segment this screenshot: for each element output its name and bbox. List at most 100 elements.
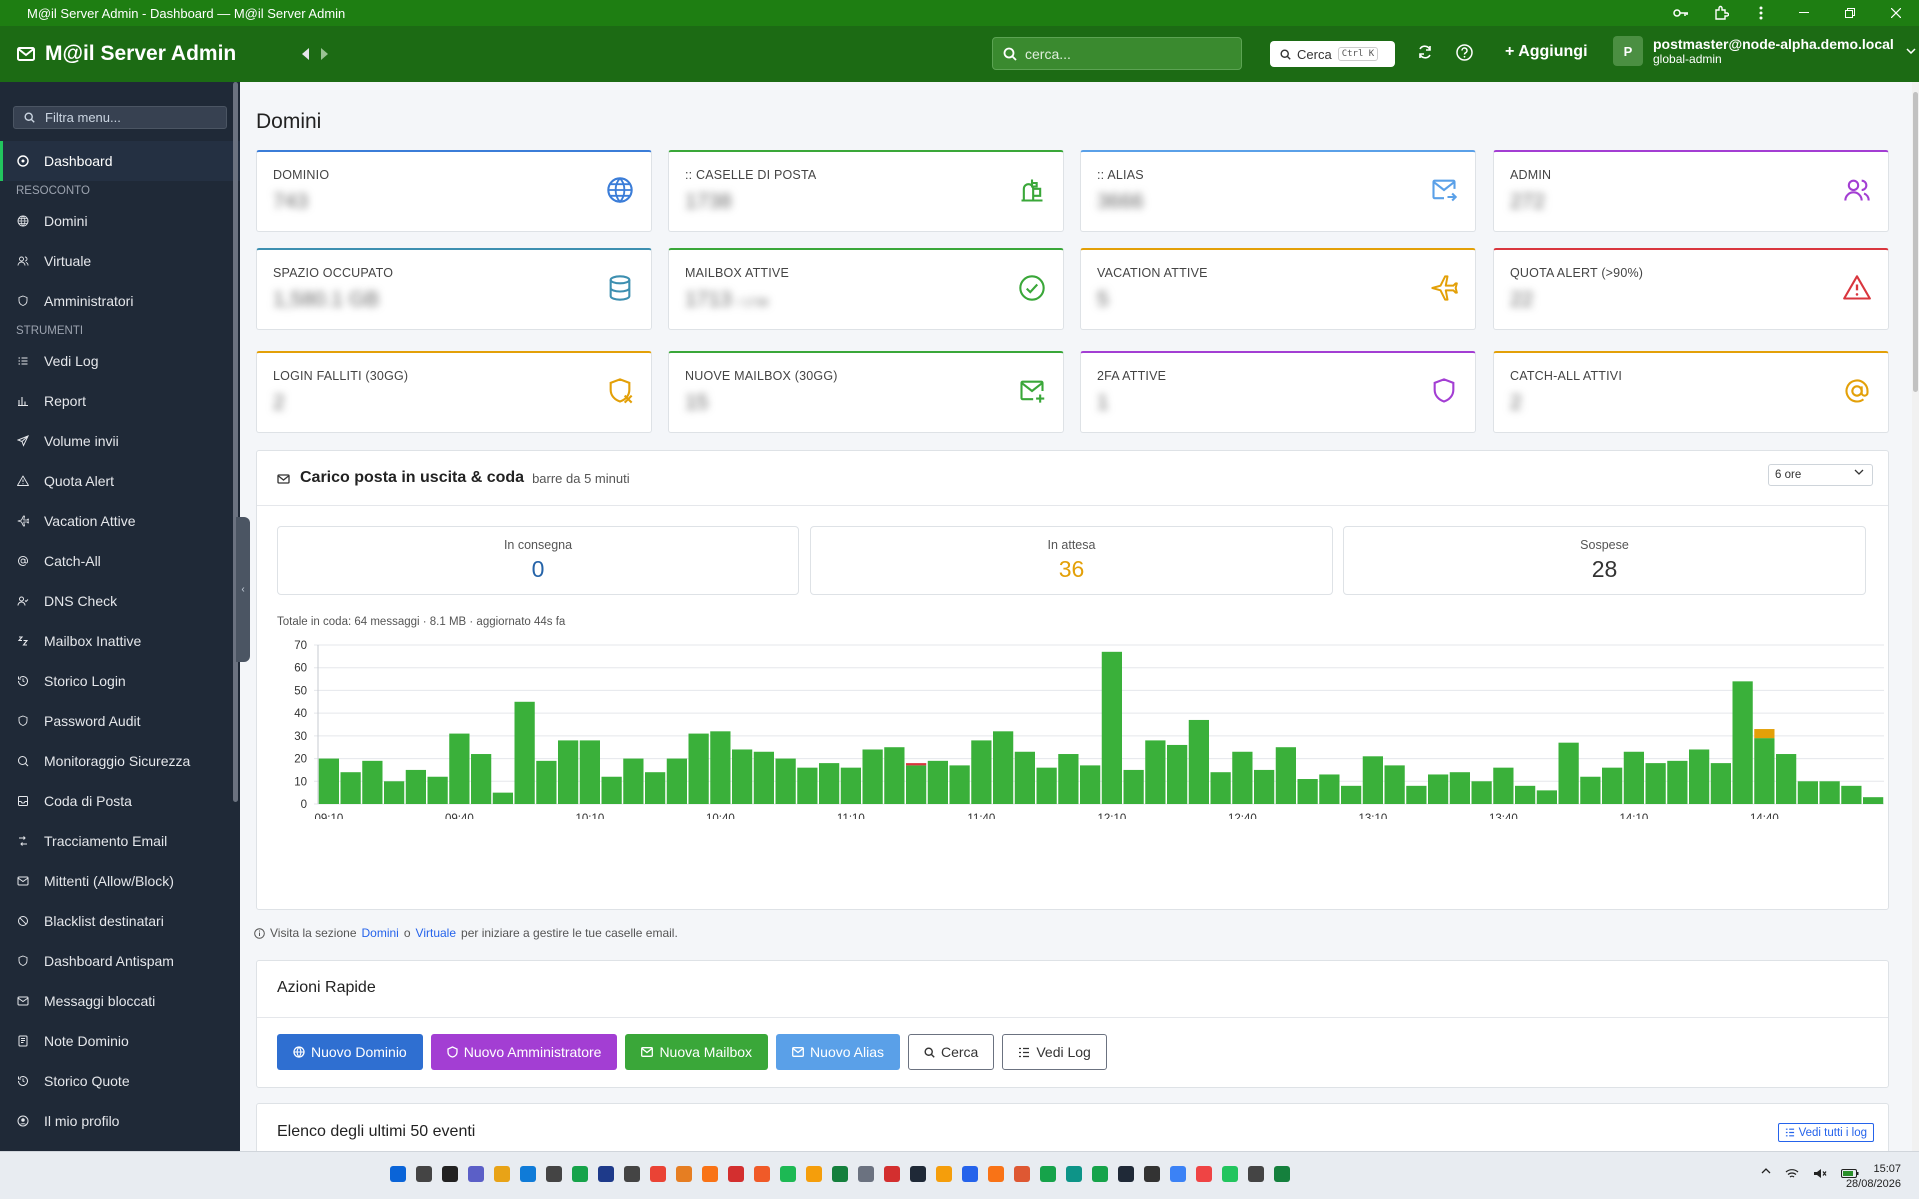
taskbar-app-icon[interactable] <box>1040 1166 1056 1182</box>
bar-in-attesa[interactable] <box>1754 729 1775 739</box>
sidebar-item-storico-login[interactable]: Storico Login <box>0 661 240 701</box>
key-icon[interactable] <box>1661 0 1701 26</box>
brand[interactable]: M@il Server Admin <box>0 42 240 66</box>
bar-consegnate[interactable] <box>449 733 470 804</box>
taskbar-clock[interactable]: 15:07 28/08/2026 <box>1846 1162 1901 1192</box>
bar-consegnate[interactable] <box>949 765 970 804</box>
bar-consegnate[interactable] <box>1471 781 1492 804</box>
taskbar-app-icon[interactable] <box>1274 1166 1290 1182</box>
stat-card[interactable]: DOMINIO 743 <box>256 150 652 232</box>
taskbar-app-icon[interactable] <box>702 1166 718 1182</box>
command-search-button[interactable]: Cerca Ctrl K <box>1270 41 1395 67</box>
bar-consegnate[interactable] <box>906 765 927 804</box>
bar-consegnate[interactable] <box>862 749 883 804</box>
taskbar-app-icon[interactable] <box>936 1166 952 1182</box>
taskbar-app-icon[interactable] <box>1170 1166 1186 1182</box>
view-all-logs-button[interactable]: Vedi tutti i log <box>1777 1123 1874 1142</box>
sidebar-item-mittenti-allow-block[interactable]: Mittenti (Allow/Block) <box>0 861 240 901</box>
taskbar-app-icon[interactable] <box>1144 1166 1160 1182</box>
bar-consegnate[interactable] <box>1362 756 1383 804</box>
view-log-button[interactable]: Vedi Log <box>1002 1034 1107 1070</box>
minimize-icon[interactable] <box>1781 0 1827 26</box>
bar-consegnate[interactable] <box>1710 763 1731 804</box>
bar-respinte[interactable] <box>906 763 927 766</box>
bar-consegnate[interactable] <box>384 781 405 804</box>
search-input[interactable] <box>1025 45 1225 62</box>
bar-consegnate[interactable] <box>1645 763 1666 804</box>
stat-card[interactable]: CATCH-ALL ATTIVI 2 <box>1493 351 1889 433</box>
bar-consegnate[interactable] <box>884 747 905 804</box>
bar-consegnate[interactable] <box>318 758 339 804</box>
taskbar-app-icon[interactable] <box>884 1166 900 1182</box>
forward-arrow-icon[interactable] <box>320 47 330 61</box>
bar-consegnate[interactable] <box>775 758 796 804</box>
sidebar-scrollbar[interactable] <box>233 82 238 802</box>
bar-consegnate[interactable] <box>710 731 731 804</box>
chevron-up-icon[interactable] <box>1761 1168 1771 1179</box>
bar-consegnate[interactable] <box>819 763 840 804</box>
bar-consegnate[interactable] <box>1036 767 1057 804</box>
stat-card[interactable]: QUOTA ALERT (>90%) 22 <box>1493 248 1889 330</box>
bar-consegnate[interactable] <box>1797 781 1818 804</box>
header-search[interactable] <box>992 37 1242 70</box>
sidebar-item-monitoraggio-sicurezza[interactable]: Monitoraggio Sicurezza <box>0 741 240 781</box>
bar-consegnate[interactable] <box>1232 751 1253 804</box>
taskbar-app-icon[interactable] <box>494 1166 510 1182</box>
taskbar-app-icon[interactable] <box>780 1166 796 1182</box>
taskbar-app-icon[interactable] <box>1248 1166 1264 1182</box>
taskbar-app-icon[interactable] <box>520 1166 536 1182</box>
taskbar-app-icon[interactable] <box>624 1166 640 1182</box>
sidebar-item-volume-invii[interactable]: Volume invii <box>0 421 240 461</box>
bar-consegnate[interactable] <box>1667 760 1688 804</box>
taskbar-app-icon[interactable] <box>1066 1166 1082 1182</box>
stat-card[interactable]: NUOVE MAILBOX (30GG) 15 <box>668 351 1064 433</box>
bar-consegnate[interactable] <box>362 760 383 804</box>
bar-consegnate[interactable] <box>645 772 666 804</box>
stat-card[interactable]: :: CASELLE DI POSTA 1738 <box>668 150 1064 232</box>
bar-consegnate[interactable] <box>993 731 1014 804</box>
taskbar-app-icon[interactable] <box>1196 1166 1212 1182</box>
user-menu[interactable]: P postmaster@node-alpha.demo.local globa… <box>1613 36 1916 66</box>
bar-consegnate[interactable] <box>688 733 709 804</box>
taskbar-app-icon[interactable] <box>468 1166 484 1182</box>
taskbar-app-icon[interactable] <box>442 1166 458 1182</box>
stat-card[interactable]: SPAZIO OCCUPATO 1,580.1 GB <box>256 248 652 330</box>
bar-consegnate[interactable] <box>1319 774 1340 804</box>
sidebar-item-storico-quote[interactable]: Storico Quote <box>0 1061 240 1101</box>
sidebar-item-dns-check[interactable]: DNS Check <box>0 581 240 621</box>
sidebar-item-note-dominio[interactable]: Note Dominio <box>0 1021 240 1061</box>
bar-consegnate[interactable] <box>471 754 492 804</box>
bar-consegnate[interactable] <box>971 740 992 804</box>
bar-consegnate[interactable] <box>1254 769 1275 804</box>
sidebar-filter-input[interactable] <box>45 110 205 125</box>
volume-icon[interactable] <box>1813 1168 1827 1179</box>
bar-consegnate[interactable] <box>1841 785 1862 804</box>
bar-consegnate[interactable] <box>1275 747 1296 804</box>
bar-consegnate[interactable] <box>1123 769 1144 804</box>
bar-consegnate[interactable] <box>1602 767 1623 804</box>
sidebar-item-catch-all[interactable]: Catch-All <box>0 541 240 581</box>
sidebar-item-amministratori[interactable]: Amministratori <box>0 281 240 321</box>
bar-consegnate[interactable] <box>1167 744 1188 804</box>
bar-consegnate[interactable] <box>1384 765 1405 804</box>
bar-consegnate[interactable] <box>558 740 579 804</box>
taskbar-app-icon[interactable] <box>676 1166 692 1182</box>
bar-consegnate[interactable] <box>840 767 861 804</box>
bar-consegnate[interactable] <box>666 758 687 804</box>
bar-consegnate[interactable] <box>1428 774 1449 804</box>
sidebar-item-dashboard-antispam[interactable]: Dashboard Antispam <box>0 941 240 981</box>
taskbar-app-icon[interactable] <box>572 1166 588 1182</box>
bar-consegnate[interactable] <box>1493 767 1514 804</box>
stat-card[interactable]: ADMIN 272 <box>1493 150 1889 232</box>
bar-consegnate[interactable] <box>1558 742 1579 804</box>
bar-consegnate[interactable] <box>1406 785 1427 804</box>
bar-consegnate[interactable] <box>927 760 948 804</box>
bar-consegnate[interactable] <box>1058 754 1079 804</box>
restore-icon[interactable] <box>1827 0 1873 26</box>
bar-consegnate[interactable] <box>1188 719 1209 804</box>
sidebar-item-password-audit[interactable]: Password Audit <box>0 701 240 741</box>
domini-link[interactable]: Domini <box>362 926 399 940</box>
taskbar-app-icon[interactable] <box>806 1166 822 1182</box>
taskbar-app-icon[interactable] <box>1092 1166 1108 1182</box>
sidebar-item-blacklist-destinatari[interactable]: Blacklist destinatari <box>0 901 240 941</box>
